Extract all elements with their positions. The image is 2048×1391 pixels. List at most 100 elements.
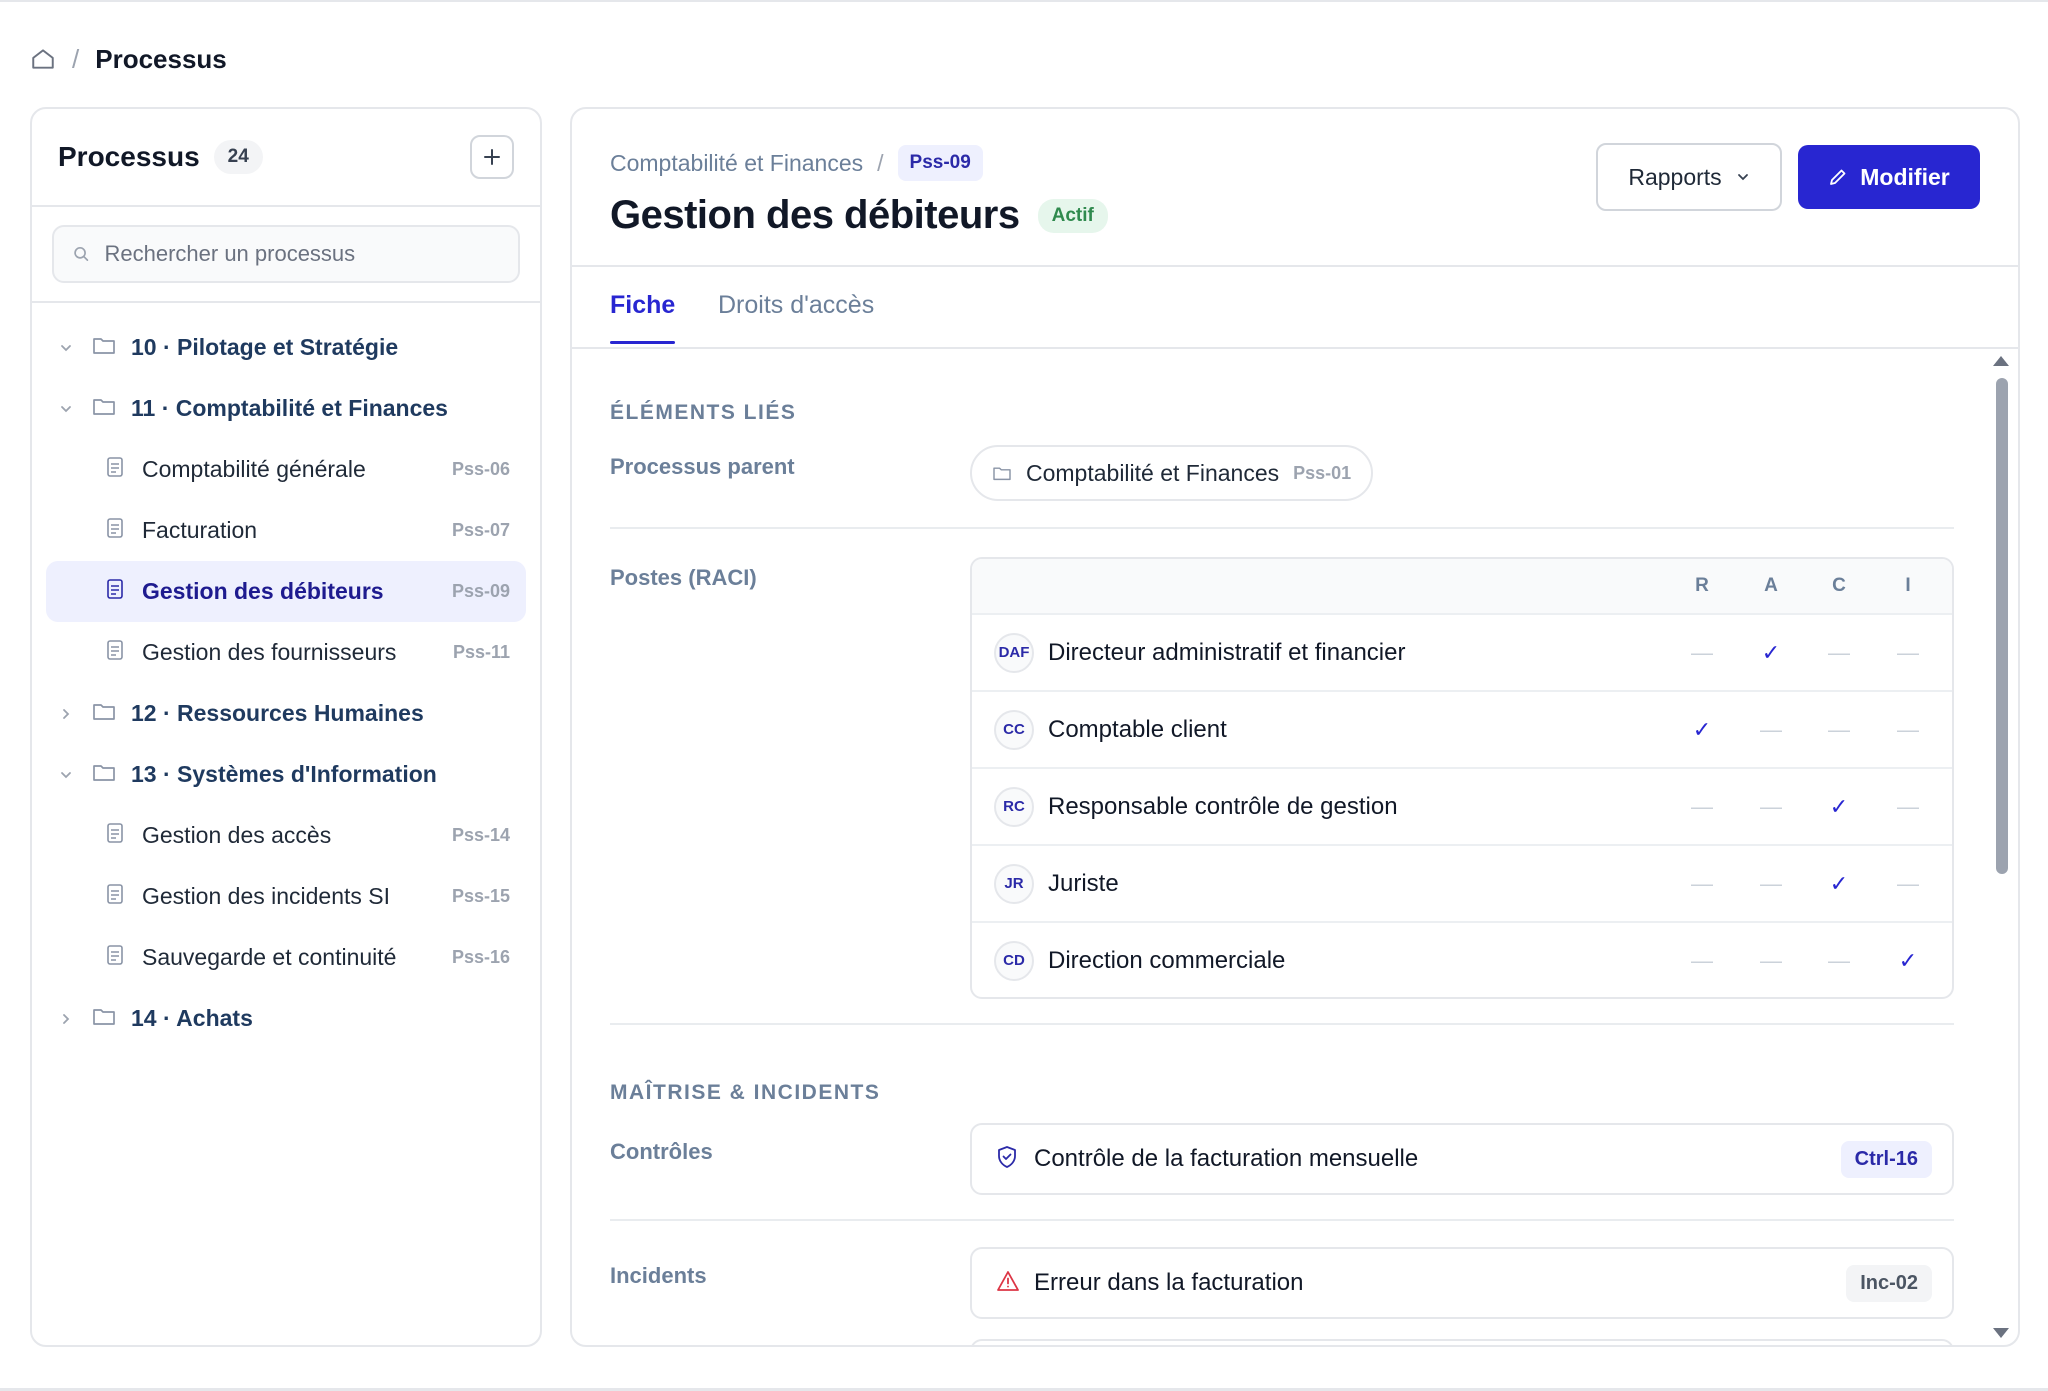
tree-folder-pilotage[interactable]: 10 · Pilotage et Stratégie (32, 317, 540, 378)
tree-folder-label: 10 · Pilotage et Stratégie (131, 334, 399, 360)
table-row: CC Comptable client ✓ — — — (972, 690, 1952, 767)
scroll-up-arrow[interactable] (1993, 356, 2009, 366)
plus-icon (484, 149, 500, 165)
folder-icon (92, 395, 116, 422)
incident-ref-badge: Inc-02 (1846, 1264, 1932, 1302)
tree-item-label: Gestion des fournisseurs (142, 639, 397, 665)
sidebar-search (32, 207, 540, 303)
chevron-down-icon[interactable] (58, 340, 74, 356)
tree-item-code: Pss-11 (452, 642, 510, 662)
tab-fiche[interactable]: Fiche (610, 291, 676, 344)
breadcrumb-current: Processus (95, 43, 227, 74)
shield-check-icon (996, 1145, 1018, 1174)
tree-folder-label: 13 · Systèmes d'Information (131, 761, 437, 787)
raci-c-mark: ✓ (1829, 793, 1849, 819)
detail-title-row: Gestion des débiteurs Actif (610, 193, 1108, 238)
incident-item[interactable]: Erreur dans la facturation Inc-02 (970, 1247, 1954, 1319)
folder-icon (92, 700, 116, 727)
parent-process-name: Comptabilité et Finances (1026, 459, 1280, 486)
search-icon (74, 246, 89, 262)
process-tree: 10 · Pilotage et Stratégie 11 · Comptabi… (32, 303, 540, 1049)
tree-folder-achats[interactable]: 14 · Achats (32, 988, 540, 1049)
raci-role-name: Comptable client (1048, 715, 1227, 743)
scroll-down-arrow[interactable] (1993, 1328, 2009, 1338)
raci-label: Postes (RACI) (610, 565, 757, 590)
raci-col-a: A (1764, 575, 1778, 596)
incident-item-partial[interactable] (970, 1339, 1954, 1345)
tree-item-code: Pss-14 (451, 825, 510, 845)
incident-name: Erreur dans la facturation (1034, 1269, 1304, 1296)
raci-i-mark: — (1897, 639, 1919, 665)
top-border (0, 0, 2048, 2)
controls-label: Contrôles (610, 1139, 713, 1164)
document-icon (106, 883, 124, 911)
page-title: Gestion des débiteurs (610, 193, 1020, 237)
tree-item-code: Pss-09 (451, 581, 510, 601)
tree-item-gestion-acces[interactable]: Gestion des accès Pss-14 (32, 805, 540, 866)
raci-c-mark: — (1828, 716, 1850, 742)
scrollbar-thumb[interactable] (1996, 378, 2008, 874)
control-name: Contrôle de la facturation mensuelle (1034, 1145, 1419, 1172)
document-icon (106, 639, 124, 667)
incidents-label: Incidents (610, 1263, 707, 1288)
tree-item-gestion-fournisseurs[interactable]: Gestion des fournisseurs Pss-11 (32, 622, 540, 683)
control-item[interactable]: Contrôle de la facturation mensuelle Ctr… (970, 1123, 1954, 1195)
tree-folder-systemes-information[interactable]: 13 · Systèmes d'Information (32, 744, 540, 805)
modifier-button[interactable]: Modifier (1798, 145, 1980, 209)
tree-folder-ressources-humaines[interactable]: 12 · Ressources Humaines (32, 683, 540, 744)
chevron-down-icon[interactable] (58, 401, 74, 417)
detail-tabs: Fiche Droits d'accès (572, 267, 2018, 349)
raci-col-r: R (1695, 575, 1709, 596)
warning-triangle-icon (996, 1270, 1020, 1297)
tree-item-gestion-incidents-si[interactable]: Gestion des incidents SI Pss-15 (32, 866, 540, 927)
parent-process-link[interactable]: Comptabilité et Finances (610, 150, 863, 177)
raci-role-name: Directeur administratif et financier (1048, 638, 1406, 666)
table-row: RC Responsable contrôle de gestion — — ✓… (972, 767, 1952, 844)
add-process-button[interactable] (470, 135, 514, 179)
document-icon (106, 944, 124, 972)
folder-icon (993, 467, 1011, 481)
tree-item-comptabilite-generale[interactable]: Comptabilité générale Pss-06 (32, 439, 540, 500)
chevron-right-icon[interactable] (58, 706, 74, 722)
document-icon (106, 822, 124, 850)
divider (610, 1219, 1954, 1221)
parent-process-chip[interactable]: Comptabilité et Finances Pss-01 (970, 445, 1374, 501)
avatar: CD (994, 940, 1034, 981)
chevron-down-icon[interactable] (58, 767, 74, 783)
rapports-dropdown-button[interactable]: Rapports (1596, 143, 1782, 211)
home-icon[interactable] (30, 46, 56, 72)
process-sidebar: Processus 24 10 · Pilotage et Stratégie … (30, 107, 542, 1347)
detail-breadcrumb: Comptabilité et Finances / Pss-09 (610, 145, 983, 181)
tree-folder-comptabilite[interactable]: 11 · Comptabilité et Finances (32, 378, 540, 439)
chevron-right-icon[interactable] (58, 1011, 74, 1027)
tree-item-gestion-debiteurs[interactable]: Gestion des débiteurs Pss-09 (46, 561, 526, 622)
search-input[interactable] (104, 241, 500, 267)
raci-r-mark: — (1691, 639, 1713, 665)
folder-icon (92, 1005, 116, 1032)
folder-icon (92, 761, 116, 788)
raci-a-mark: — (1760, 793, 1782, 819)
parent-process-label: Processus parent (610, 454, 795, 479)
process-code-tag: Pss-09 (897, 145, 983, 181)
status-badge: Actif (1037, 198, 1108, 233)
pencil-icon (1830, 169, 1846, 185)
breadcrumb: / Processus (30, 40, 227, 78)
raci-role-name: Juriste (1048, 869, 1119, 897)
tree-folder-label: 14 · Achats (131, 1005, 253, 1031)
raci-header: R A C I (972, 559, 1952, 613)
tree-item-label: Facturation (142, 517, 258, 543)
raci-role-name: Responsable contrôle de gestion (1048, 792, 1398, 820)
tree-item-label: Gestion des débiteurs (142, 578, 384, 604)
tab-droits-acces[interactable]: Droits d'accès (718, 291, 874, 320)
folder-icon (92, 334, 116, 361)
section-title-maitrise-incidents: MAÎTRISE & INCIDENTS (610, 1081, 881, 1104)
tree-item-facturation[interactable]: Facturation Pss-07 (32, 500, 540, 561)
raci-a-mark: — (1760, 716, 1782, 742)
divider (610, 1023, 1954, 1025)
raci-col-c: C (1832, 575, 1846, 596)
chevron-down-icon (1737, 174, 1748, 181)
tree-item-sauvegarde[interactable]: Sauvegarde et continuité Pss-16 (32, 927, 540, 988)
tree-item-code: Pss-15 (451, 886, 510, 906)
sidebar-title: Processus (58, 141, 200, 172)
tree-folder-label: 12 · Ressources Humaines (131, 700, 424, 726)
